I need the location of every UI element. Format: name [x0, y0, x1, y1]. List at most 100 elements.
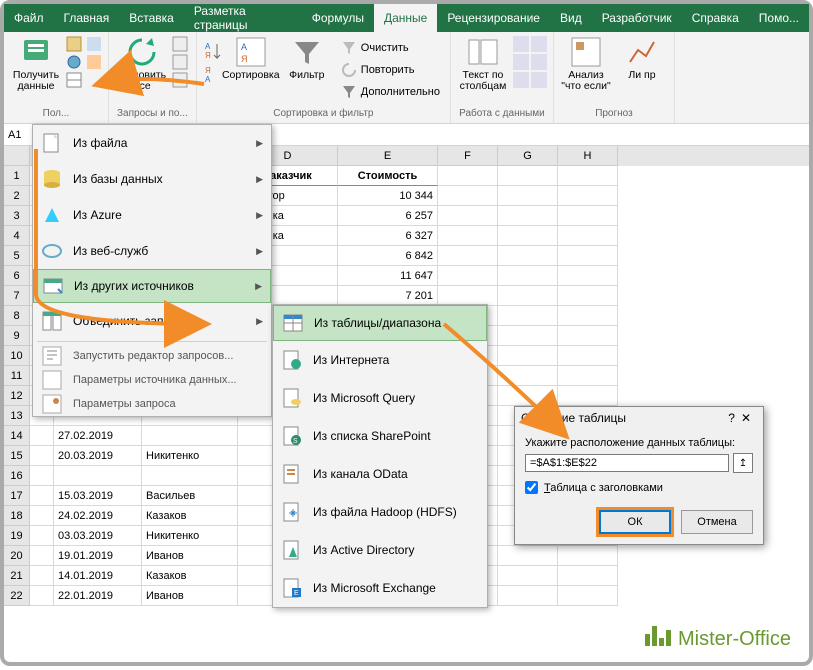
row-header[interactable]: 8 — [4, 306, 30, 326]
cell[interactable] — [498, 566, 558, 586]
row-header[interactable]: 15 — [4, 446, 30, 466]
menu-item[interactable]: SИз списка SharePoint — [273, 417, 487, 455]
menu-item[interactable]: Из таблицы/диапазона — [273, 305, 487, 341]
cell[interactable]: Казаков — [142, 506, 238, 526]
menu-item[interactable]: Из канала OData — [273, 455, 487, 493]
cell[interactable] — [438, 246, 498, 266]
edit-links-icon[interactable] — [172, 72, 188, 88]
whatif-button[interactable]: Анализ "что если" — [560, 34, 612, 92]
clear-filter-button[interactable]: Очистить — [337, 38, 444, 58]
cell[interactable] — [558, 286, 618, 306]
cell[interactable] — [558, 206, 618, 226]
row-header[interactable]: 13 — [4, 406, 30, 426]
cell[interactable] — [30, 486, 54, 506]
cell[interactable]: 15.03.2019 — [54, 486, 142, 506]
sort-az-icon[interactable]: AЯ — [203, 40, 221, 62]
headers-checkbox[interactable] — [525, 481, 538, 494]
tab-разметка страницы[interactable]: Разметка страницы — [184, 4, 302, 32]
data-model-icon[interactable] — [531, 72, 547, 88]
cell[interactable] — [30, 546, 54, 566]
row-header[interactable]: 6 — [4, 266, 30, 286]
range-input[interactable] — [525, 454, 729, 472]
data-validation-icon[interactable] — [513, 72, 529, 88]
row-header[interactable]: 2 — [4, 186, 30, 206]
cell[interactable]: Казаков — [142, 566, 238, 586]
row-header[interactable]: 3 — [4, 206, 30, 226]
dialog-close-button[interactable]: ✕ — [735, 411, 757, 425]
cell[interactable] — [30, 446, 54, 466]
cell[interactable] — [30, 426, 54, 446]
tab-рецензирование[interactable]: Рецензирование — [437, 4, 550, 32]
cell[interactable]: 6 842 — [338, 246, 438, 266]
menu-item[interactable]: Параметры запроса — [33, 392, 271, 416]
text-to-columns-button[interactable]: Текст по столбцам — [457, 34, 509, 92]
cell[interactable] — [498, 226, 558, 246]
cell[interactable] — [498, 586, 558, 606]
cell[interactable] — [438, 186, 498, 206]
cell[interactable] — [558, 226, 618, 246]
refresh-all-button[interactable]: Обновить все — [116, 34, 168, 92]
cell[interactable] — [142, 466, 238, 486]
cell[interactable] — [558, 246, 618, 266]
cell[interactable] — [498, 346, 558, 366]
cell[interactable] — [498, 246, 558, 266]
cell[interactable] — [498, 546, 558, 566]
tab-файл[interactable]: Файл — [4, 4, 54, 32]
cell[interactable] — [498, 186, 558, 206]
cell[interactable]: 6 257 — [338, 206, 438, 226]
row-header[interactable]: 10 — [4, 346, 30, 366]
cell[interactable]: 6 327 — [338, 226, 438, 246]
cell[interactable]: 14.01.2019 — [54, 566, 142, 586]
cell[interactable] — [558, 386, 618, 406]
cell[interactable] — [558, 326, 618, 346]
cell[interactable] — [498, 286, 558, 306]
cell[interactable] — [558, 346, 618, 366]
recent-sources-icon[interactable] — [86, 36, 102, 52]
tab-разработчик[interactable]: Разработчик — [592, 4, 682, 32]
cell[interactable] — [498, 266, 558, 286]
flash-fill-icon[interactable] — [513, 36, 529, 52]
tab-данные[interactable]: Данные — [374, 4, 437, 32]
cancel-button[interactable]: Отмена — [681, 510, 753, 534]
cell[interactable]: Васильев — [142, 486, 238, 506]
cell[interactable] — [498, 326, 558, 346]
menu-item[interactable]: Из Active Directory — [273, 531, 487, 569]
consolidate-icon[interactable] — [531, 36, 547, 52]
row-header[interactable]: 9 — [4, 326, 30, 346]
cell[interactable] — [498, 306, 558, 326]
cell[interactable]: Иванов — [142, 546, 238, 566]
cell[interactable] — [30, 526, 54, 546]
forecast-sheet-button[interactable]: Ли пр — [616, 34, 668, 81]
row-header[interactable]: 19 — [4, 526, 30, 546]
cell[interactable] — [558, 186, 618, 206]
cell[interactable] — [30, 586, 54, 606]
sort-button[interactable]: AЯ Сортировка — [225, 34, 277, 81]
tab-помо...[interactable]: Помо... — [749, 4, 809, 32]
row-header[interactable]: 7 — [4, 286, 30, 306]
menu-item[interactable]: Из файла▶ — [33, 125, 271, 161]
cell[interactable] — [558, 566, 618, 586]
tab-вид[interactable]: Вид — [550, 4, 592, 32]
cell[interactable] — [438, 226, 498, 246]
row-header[interactable]: 1 — [4, 166, 30, 186]
cell[interactable]: 10 344 — [338, 186, 438, 206]
get-data-button[interactable]: Получить данные — [10, 34, 62, 92]
cell[interactable] — [558, 266, 618, 286]
cell[interactable]: 11 647 — [338, 266, 438, 286]
cell[interactable]: Никитенко — [142, 526, 238, 546]
relationships-icon[interactable] — [531, 54, 547, 70]
row-header[interactable]: 18 — [4, 506, 30, 526]
row-header[interactable]: 11 — [4, 366, 30, 386]
cell[interactable] — [54, 466, 142, 486]
row-header[interactable]: 4 — [4, 226, 30, 246]
menu-item[interactable]: Из файла Hadoop (HDFS) — [273, 493, 487, 531]
cell[interactable]: 20.03.2019 — [54, 446, 142, 466]
dialog-help-button[interactable]: ? — [728, 411, 735, 425]
tab-справка[interactable]: Справка — [682, 4, 749, 32]
cell[interactable] — [558, 366, 618, 386]
from-text-icon[interactable] — [66, 36, 82, 52]
ok-button[interactable]: ОК — [599, 510, 671, 534]
cell[interactable] — [438, 166, 498, 186]
menu-item[interactable]: Из Azure▶ — [33, 197, 271, 233]
cell[interactable]: Иванов — [142, 586, 238, 606]
